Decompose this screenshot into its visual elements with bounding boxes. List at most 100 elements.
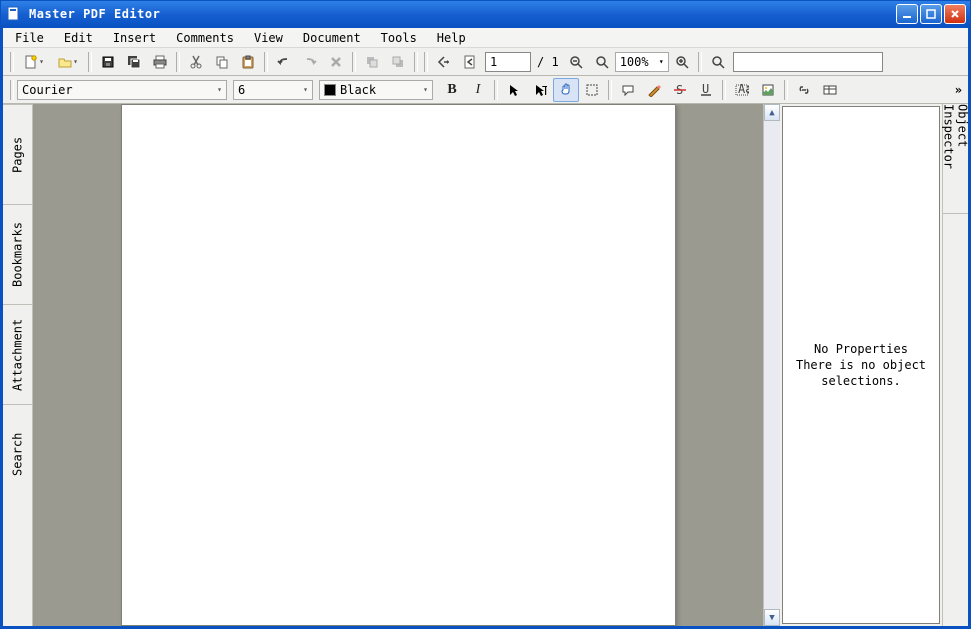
hand-tool[interactable] <box>553 78 579 102</box>
text-select-tool[interactable]: T <box>527 78 553 102</box>
menu-document[interactable]: Document <box>293 29 371 47</box>
page-total-label: / 1 <box>533 55 563 69</box>
bring-front-button[interactable] <box>359 50 385 74</box>
pointer-tool[interactable] <box>501 78 527 102</box>
font-size-select[interactable]: 6▾ <box>233 80 313 100</box>
search-input[interactable] <box>733 52 883 72</box>
menu-file[interactable]: File <box>5 29 54 47</box>
object-inspector-panel: No Properties There is no object selecti… <box>782 106 940 624</box>
page-viewport[interactable] <box>33 104 763 626</box>
inspector-message-line2: There is no object <box>796 358 926 372</box>
new-button[interactable]: ▾ <box>17 50 51 74</box>
separator <box>608 80 612 100</box>
font-select[interactable]: Courier▾ <box>17 80 227 100</box>
edit-text-tool[interactable]: Aa <box>729 78 755 102</box>
delete-button[interactable] <box>323 50 349 74</box>
underline-tool[interactable]: U <box>693 78 719 102</box>
inspector-message-line3: selections. <box>821 374 900 388</box>
redo-button[interactable] <box>297 50 323 74</box>
scroll-up-button[interactable]: ▲ <box>764 104 780 121</box>
zoom-fit-button[interactable] <box>589 50 615 74</box>
zoom-in-button[interactable] <box>669 50 695 74</box>
menu-comments[interactable]: Comments <box>166 29 244 47</box>
minimize-button[interactable] <box>896 4 918 24</box>
zoom-select[interactable]: 100%▾ <box>615 52 669 72</box>
prev-page-button[interactable] <box>457 50 483 74</box>
pencil-tool[interactable] <box>641 78 667 102</box>
vertical-scrollbar[interactable]: ▲ ▼ <box>763 104 780 626</box>
inspector-message-line1: No Properties <box>814 342 908 356</box>
tab-attachment[interactable]: Attachment <box>3 304 32 404</box>
cut-button[interactable] <box>183 50 209 74</box>
menu-help[interactable]: Help <box>427 29 476 47</box>
svg-text:U: U <box>702 83 709 96</box>
separator <box>176 52 180 72</box>
scroll-track[interactable] <box>764 121 780 609</box>
zoom-out-button[interactable] <box>563 50 589 74</box>
scroll-down-button[interactable]: ▼ <box>764 609 780 626</box>
paste-button[interactable] <box>235 50 261 74</box>
maximize-button[interactable] <box>920 4 942 24</box>
page-number-input[interactable] <box>485 52 531 72</box>
copy-button[interactable] <box>209 50 235 74</box>
link-tool[interactable] <box>791 78 817 102</box>
svg-text:T: T <box>542 84 547 97</box>
separator <box>264 52 268 72</box>
bold-button[interactable]: B <box>439 78 465 102</box>
window-buttons <box>896 4 966 24</box>
send-back-button[interactable] <box>385 50 411 74</box>
menu-view[interactable]: View <box>244 29 293 47</box>
toolbar-grip[interactable] <box>698 52 702 72</box>
first-page-button[interactable] <box>431 50 457 74</box>
main-area: Pages Bookmarks Attachment Search ▲ ▼ No… <box>3 104 968 626</box>
separator <box>784 80 788 100</box>
tab-pages[interactable]: Pages <box>3 104 32 204</box>
menubar: File Edit Insert Comments View Document … <box>3 28 968 48</box>
window-inner: File Edit Insert Comments View Document … <box>0 28 971 629</box>
form-field-tool[interactable] <box>817 78 843 102</box>
size-value: 6 <box>238 83 245 97</box>
svg-text:Aa: Aa <box>738 83 749 96</box>
left-sidebar-tabs: Pages Bookmarks Attachment Search <box>3 104 33 626</box>
app-icon <box>5 5 23 23</box>
undo-button[interactable] <box>271 50 297 74</box>
format-toolbar: Courier▾ 6▾ Black▾ B I T S U Aa » <box>3 76 968 104</box>
toolbar-grip[interactable] <box>10 52 14 72</box>
save-button[interactable] <box>95 50 121 74</box>
pdf-page[interactable] <box>121 104 676 626</box>
menu-insert[interactable]: Insert <box>103 29 166 47</box>
document-canvas: ▲ ▼ <box>33 104 780 626</box>
image-tool[interactable] <box>755 78 781 102</box>
search-icon[interactable] <box>705 50 731 74</box>
toolbar-grip[interactable] <box>722 80 726 100</box>
note-tool[interactable] <box>615 78 641 102</box>
color-select[interactable]: Black▾ <box>319 80 433 100</box>
save-all-button[interactable] <box>121 50 147 74</box>
close-button[interactable] <box>944 4 966 24</box>
menu-edit[interactable]: Edit <box>54 29 103 47</box>
separator <box>88 52 92 72</box>
main-toolbar: ▾ ▾ / 1 100%▾ <box>3 48 968 76</box>
font-value: Courier <box>22 83 73 97</box>
open-button[interactable]: ▾ <box>51 50 85 74</box>
right-sidebar-tabs: Object Inspector <box>942 104 968 626</box>
tab-bookmarks[interactable]: Bookmarks <box>3 204 32 304</box>
separator <box>414 52 418 72</box>
color-swatch <box>324 84 336 96</box>
print-button[interactable] <box>147 50 173 74</box>
toolbar-grip[interactable] <box>10 80 14 100</box>
zoom-value: 100% <box>620 55 649 69</box>
app-window: Master PDF Editor File Edit Insert Comme… <box>0 0 971 629</box>
italic-button[interactable]: I <box>465 78 491 102</box>
tab-search[interactable]: Search <box>3 404 32 504</box>
color-value: Black <box>340 83 376 97</box>
titlebar[interactable]: Master PDF Editor <box>0 0 971 28</box>
strikethrough-tool[interactable]: S <box>667 78 693 102</box>
toolbar-grip[interactable] <box>494 80 498 100</box>
menu-tools[interactable]: Tools <box>371 29 427 47</box>
select-rect-tool[interactable] <box>579 78 605 102</box>
tab-object-inspector[interactable]: Object Inspector <box>943 104 968 214</box>
toolbar-grip[interactable] <box>424 52 428 72</box>
overflow-button[interactable]: » <box>955 83 964 97</box>
window-title: Master PDF Editor <box>29 7 896 21</box>
